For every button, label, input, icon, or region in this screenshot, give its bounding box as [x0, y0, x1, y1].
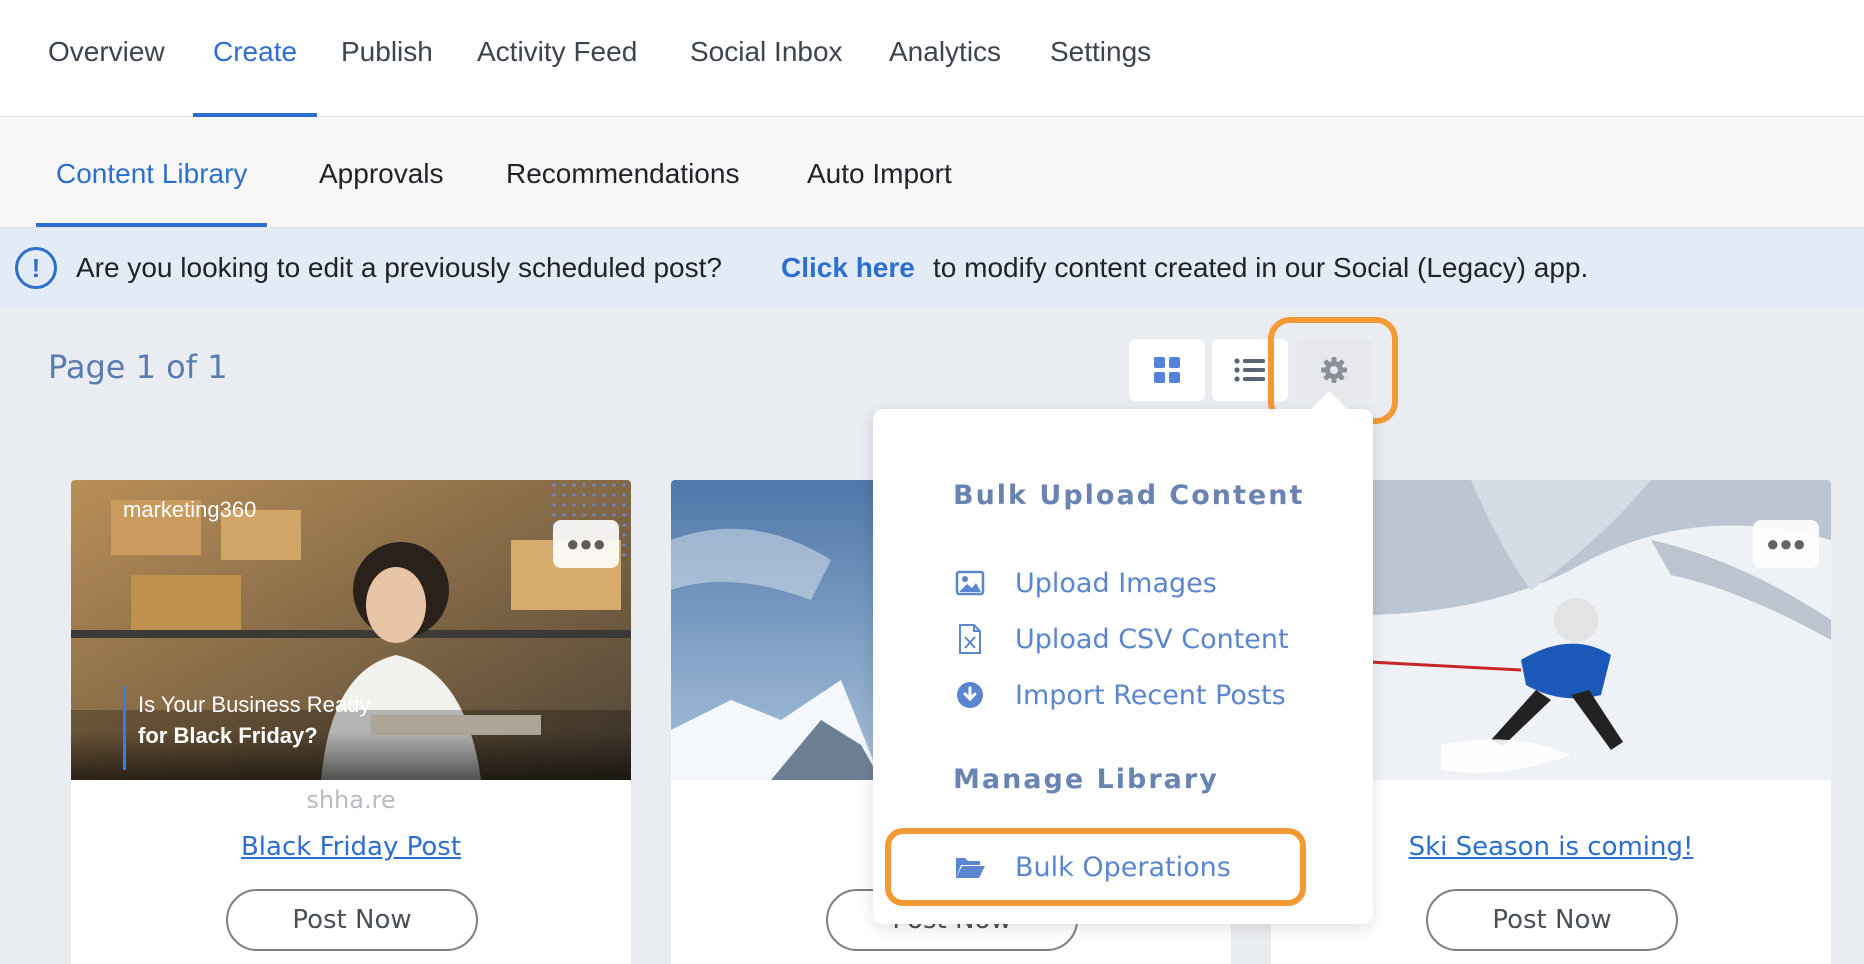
- tab-social-inbox[interactable]: Social Inbox: [670, 0, 863, 117]
- more-dots-icon: ●●●: [1766, 531, 1806, 556]
- import-recent-posts-label: Import Recent Posts: [1015, 679, 1286, 711]
- info-icon: !: [15, 247, 57, 289]
- post-now-button[interactable]: Post Now: [226, 889, 478, 951]
- legacy-info-banner: ! Are you looking to edit a previously s…: [0, 228, 1864, 308]
- click-here-link[interactable]: Click here: [781, 252, 915, 284]
- banner-message: Are you looking to edit a previously sch…: [76, 252, 722, 283]
- bulk-operations-item[interactable]: Bulk Operations: [953, 845, 1231, 889]
- tab-publish[interactable]: Publish: [321, 0, 453, 117]
- csv-file-icon: [953, 622, 987, 656]
- tab-recommendations[interactable]: Recommendations: [486, 117, 759, 227]
- import-recent-posts-item[interactable]: Import Recent Posts: [953, 673, 1286, 717]
- tab-overview[interactable]: Overview: [28, 0, 185, 117]
- tab-approvals[interactable]: Approvals: [299, 117, 464, 227]
- tab-analytics[interactable]: Analytics: [869, 0, 1021, 117]
- upload-csv-label: Upload CSV Content: [1015, 623, 1289, 655]
- folder-open-icon: [953, 850, 987, 884]
- tab-settings[interactable]: Settings: [1030, 0, 1171, 117]
- card-title-link[interactable]: Black Friday Post: [71, 832, 631, 862]
- top-navigation: Overview Create Publish Activity Feed So…: [0, 0, 1864, 117]
- download-circle-icon: [953, 678, 987, 712]
- marketing360-logo: marketing360: [123, 497, 256, 522]
- banner-message-suffix: to modify content created in our Social …: [933, 252, 1589, 283]
- tab-auto-import[interactable]: Auto Import: [787, 117, 972, 227]
- content-card: marketing360 Is Your Business Ready for …: [71, 480, 631, 964]
- sub-navigation: Content Library Approvals Recommendation…: [0, 117, 1864, 227]
- image-icon: [953, 566, 987, 600]
- card-watermark: shha.re: [306, 786, 396, 814]
- tab-content-library[interactable]: Content Library: [36, 117, 268, 227]
- tab-activity-feed[interactable]: Activity Feed: [457, 0, 657, 117]
- manage-library-heading: Manage Library: [953, 764, 1219, 795]
- card-more-options-button[interactable]: ●●●: [553, 520, 619, 568]
- more-dots-icon: ●●●: [566, 531, 606, 556]
- list-view-button[interactable]: [1212, 339, 1288, 401]
- post-now-button[interactable]: Post Now: [1426, 889, 1678, 951]
- card-headline-line2: for Black Friday?: [138, 723, 318, 748]
- grid-view-icon: [1154, 357, 1180, 383]
- upload-images-label: Upload Images: [1015, 567, 1217, 599]
- card-headline-line1: Is Your Business Ready: [138, 692, 370, 717]
- page-indicator: Page 1 of 1: [48, 348, 228, 386]
- bulk-operations-label: Bulk Operations: [1015, 851, 1231, 883]
- card-more-options-button[interactable]: ●●●: [1753, 520, 1819, 568]
- card-image: marketing360 Is Your Business Ready for …: [71, 480, 631, 780]
- settings-dropdown-menu: Bulk Upload Content Upload Images Upload…: [873, 391, 1373, 924]
- tab-create[interactable]: Create: [193, 0, 318, 117]
- grid-view-button[interactable]: [1129, 339, 1205, 401]
- upload-images-item[interactable]: Upload Images: [953, 561, 1217, 605]
- bulk-upload-heading: Bulk Upload Content: [953, 480, 1305, 511]
- gear-icon: [1321, 357, 1347, 383]
- upload-csv-item[interactable]: Upload CSV Content: [953, 617, 1289, 661]
- list-view-icon: [1234, 358, 1265, 382]
